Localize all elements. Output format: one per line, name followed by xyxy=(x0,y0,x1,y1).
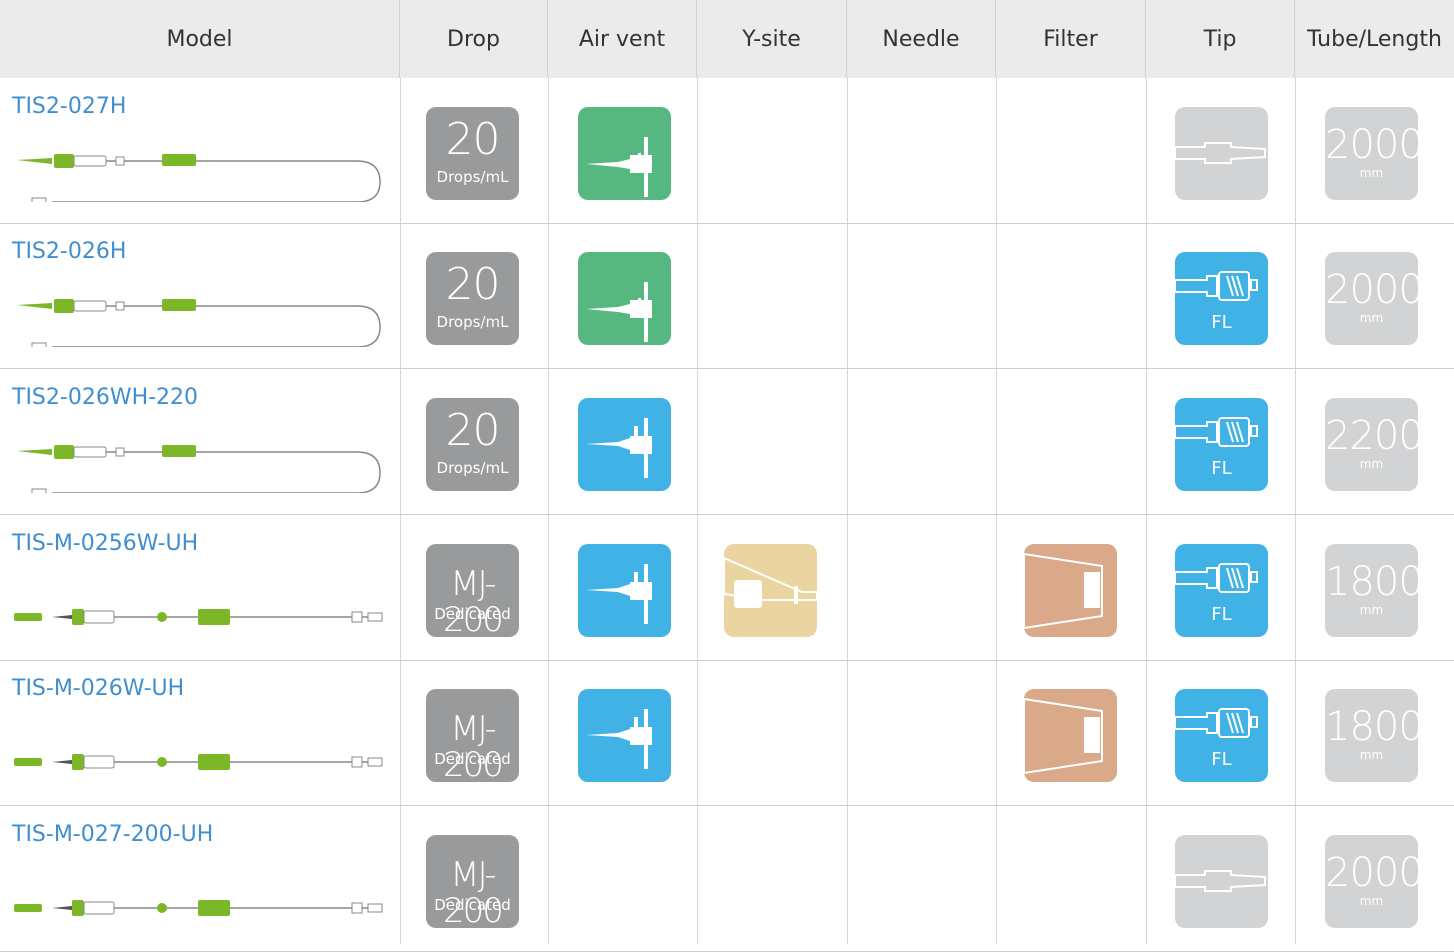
drop-value: MJ-200 xyxy=(443,855,504,928)
column-divider xyxy=(996,78,997,944)
infusion-set-drawing xyxy=(12,742,387,786)
model-name: TIS2-026WH-220 xyxy=(12,385,199,410)
infusion-set-drawing xyxy=(12,277,387,352)
spike-needle-icon xyxy=(578,398,671,491)
drop-value: MJ-200 xyxy=(443,709,504,782)
model-name: TIS2-027H xyxy=(12,94,127,119)
length-tile: 2000 mm xyxy=(1325,835,1418,928)
infusion-set-drawing xyxy=(12,597,387,641)
column-divider xyxy=(847,78,848,944)
drop-value: 20 xyxy=(445,405,501,456)
model-name: TIS-M-027-200-UH xyxy=(12,822,214,847)
luer-lock-tip-icon: FL xyxy=(1175,689,1268,782)
length-tile: 1800 mm xyxy=(1325,689,1418,782)
header-y-site: Y-site xyxy=(697,0,847,78)
drop-tile: 20 Drops/mL xyxy=(426,398,519,491)
row-divider xyxy=(0,514,1454,515)
tip-label: FL xyxy=(1211,604,1232,625)
spike-needle-icon xyxy=(578,689,671,782)
slip-tip-icon xyxy=(1175,835,1268,928)
column-divider xyxy=(548,78,549,944)
length-unit: mm xyxy=(1359,603,1384,617)
row-divider xyxy=(0,660,1454,661)
header-model: Model xyxy=(0,0,400,78)
length-value: 1800 xyxy=(1325,559,1418,605)
luer-lock-tip-icon: FL xyxy=(1175,252,1268,345)
drop-tile: MJ-200 Dedicated xyxy=(426,544,519,637)
drop-tile: 20 Drops/mL xyxy=(426,252,519,345)
length-value: 2000 xyxy=(1325,267,1418,313)
tip-label: FL xyxy=(1211,749,1232,770)
drop-tile: MJ-200 Dedicated xyxy=(426,689,519,782)
length-unit: mm xyxy=(1359,166,1384,180)
luer-lock-tip-icon: FL xyxy=(1175,544,1268,637)
length-unit: mm xyxy=(1359,748,1384,762)
tip-label: FL xyxy=(1211,458,1232,479)
filter-icon xyxy=(1024,689,1117,782)
drop-value: 20 xyxy=(445,259,501,310)
infusion-set-drawing xyxy=(12,132,387,207)
length-unit: mm xyxy=(1359,457,1384,471)
length-unit: mm xyxy=(1359,894,1384,908)
header-needle: Needle xyxy=(847,0,996,78)
filter-icon xyxy=(1024,544,1117,637)
drop-tile: 20 Drops/mL xyxy=(426,107,519,200)
luer-lock-tip-icon: FL xyxy=(1175,398,1268,491)
length-unit: mm xyxy=(1359,311,1384,325)
drop-unit: Dedicated xyxy=(434,750,511,768)
length-tile: 2000 mm xyxy=(1325,107,1418,200)
y-site-icon xyxy=(724,544,817,637)
spike-needle-icon xyxy=(578,544,671,637)
length-tile: 2000 mm xyxy=(1325,252,1418,345)
header-tube-length: Tube/Length xyxy=(1295,0,1454,78)
drop-value: MJ-200 xyxy=(443,564,504,637)
model-name: TIS-M-026W-UH xyxy=(12,676,185,701)
length-value: 2000 xyxy=(1325,850,1418,896)
spike-needle-icon xyxy=(578,252,671,345)
length-tile: 1800 mm xyxy=(1325,544,1418,637)
length-value: 2200 xyxy=(1325,413,1418,459)
drop-unit: Dedicated xyxy=(434,896,511,914)
row-divider xyxy=(0,805,1454,806)
length-value: 2000 xyxy=(1325,122,1418,168)
header-tip: Tip xyxy=(1146,0,1295,78)
drop-tile: MJ-200 Dedicated xyxy=(426,835,519,928)
row-divider xyxy=(0,368,1454,369)
model-name: TIS2-026H xyxy=(12,239,127,264)
header-drop: Drop xyxy=(400,0,548,78)
column-divider xyxy=(1295,78,1296,944)
slip-tip-icon xyxy=(1175,107,1268,200)
infusion-set-drawing xyxy=(12,423,387,498)
header-air-vent: Air vent xyxy=(548,0,697,78)
drop-unit: Dedicated xyxy=(434,605,511,623)
drop-value: 20 xyxy=(445,114,501,165)
drop-unit: Drops/mL xyxy=(436,168,509,186)
column-divider xyxy=(400,78,401,944)
header-filter: Filter xyxy=(996,0,1146,78)
column-divider xyxy=(697,78,698,944)
model-name: TIS-M-0256W-UH xyxy=(12,531,199,556)
length-tile: 2200 mm xyxy=(1325,398,1418,491)
drop-unit: Drops/mL xyxy=(436,459,509,477)
infusion-set-drawing xyxy=(12,888,387,932)
tip-label: FL xyxy=(1211,312,1232,333)
column-divider xyxy=(1146,78,1147,944)
length-value: 1800 xyxy=(1325,704,1418,750)
spike-needle-icon xyxy=(578,107,671,200)
row-divider xyxy=(0,223,1454,224)
drop-unit: Drops/mL xyxy=(436,313,509,331)
